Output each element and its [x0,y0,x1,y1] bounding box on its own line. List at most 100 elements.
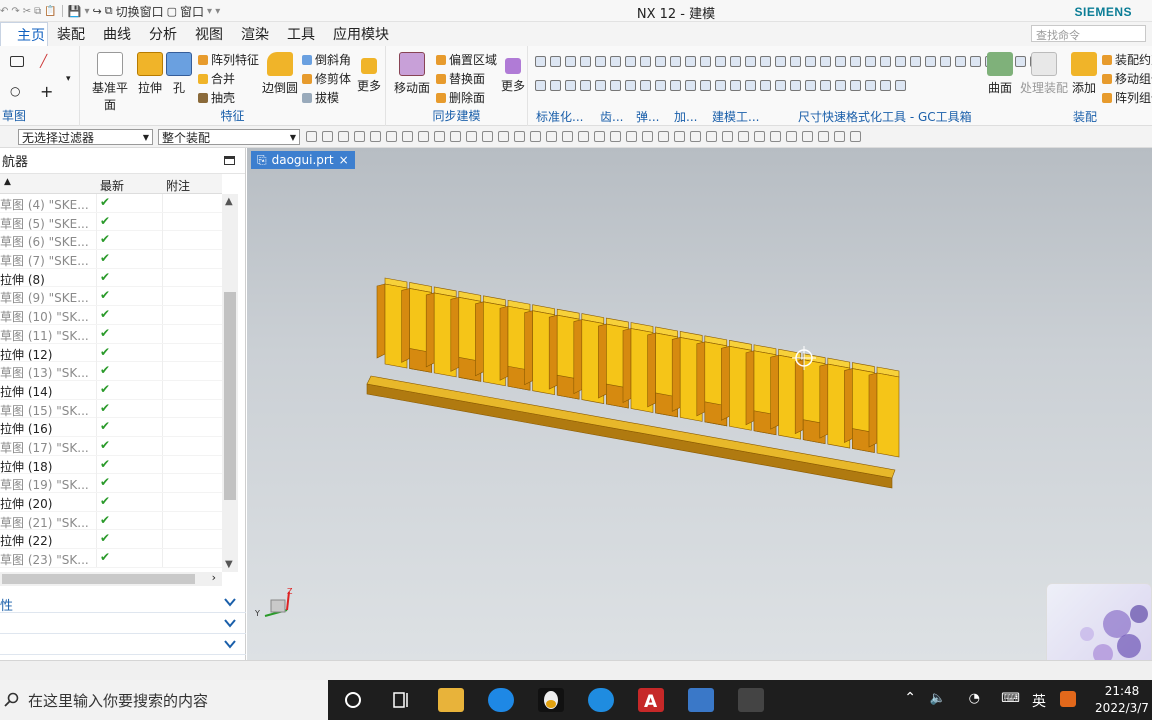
command-search-input[interactable]: 查找命令 [1031,25,1146,42]
chevron-down-icon[interactable] [224,617,236,629]
switch-window-button[interactable]: 切换窗口 [116,3,164,20]
model-view[interactable]: Y Z [247,148,1152,660]
copy-icon[interactable]: ⧉ [34,6,41,17]
block-side-face[interactable] [647,332,656,408]
block-side-face[interactable] [671,337,681,412]
scroll-right-icon[interactable]: › [212,571,216,584]
sort-up-icon[interactable]: ▲ [4,177,11,187]
window-icon[interactable]: ▢ [167,5,177,18]
extrude-button[interactable]: 拉伸 [134,52,166,96]
add-component-button[interactable]: 添加 [1068,52,1100,96]
edge-blend-button[interactable]: 边倒圆 [258,52,302,96]
block-side-face[interactable] [376,283,386,359]
rectangle-icon[interactable] [10,56,24,67]
chevron-down-icon[interactable] [224,596,236,608]
replace-face-button[interactable]: 替换面 [436,70,485,87]
paste-icon[interactable]: 📋 [44,6,56,17]
block-side-face[interactable] [573,319,583,395]
system-clock[interactable]: 21:48 2022/3/7 [1092,683,1152,717]
tree-row[interactable]: 草图 (7) "SKE... ✔ [0,250,222,269]
block-side-face[interactable] [794,359,804,435]
hole-button[interactable]: 孔 [166,52,192,96]
block-side-face[interactable] [745,350,755,426]
task-view-icon[interactable] [388,688,414,712]
ime-indicator[interactable]: 英 [1032,691,1046,711]
redo-icon[interactable]: ↷ [11,6,19,17]
line-icon[interactable]: ╱ [40,54,47,68]
tools-icon-row-2[interactable] [535,80,906,91]
tree-row[interactable]: 草图 (15) "SK... ✔ [0,399,222,419]
taskbar-search-box[interactable]: 在这里输入你要搜索的内容 [0,680,328,720]
block-side-face[interactable] [819,363,829,439]
block-side-face[interactable] [499,305,509,381]
feature-more-button[interactable]: 更多 [354,52,384,94]
tree-row[interactable]: 草图 (19) "SK... ✔ [0,474,222,493]
chevron-down-icon[interactable]: ▾ ▾ [207,6,220,17]
delete-face-button[interactable]: 删除面 [436,89,485,106]
block-side-face[interactable] [524,310,533,386]
move-component-button[interactable]: 移动组件 [1102,70,1152,87]
tree-row[interactable]: 拉伸 (16) ✔ [0,418,222,437]
dependencies-panel[interactable] [0,613,246,634]
unite-button[interactable]: 合并 [198,70,235,87]
type-filter-dropdown[interactable]: 无选择过滤器 ▼ [18,129,153,145]
add-group-label[interactable]: 加... [674,108,697,125]
tree-row[interactable]: 草图 (13) "SK... ✔ [0,362,222,381]
keyboard-icon[interactable]: ⌨ [1001,691,1020,706]
tree-row[interactable]: 拉伸 (18) ✔ [0,455,222,475]
tree-row[interactable]: 拉伸 (12) ✔ [0,343,222,363]
repeat-command-icon[interactable]: ↪ [93,5,102,18]
chamfer-button[interactable]: 倒斜角 [302,51,351,68]
block-side-face[interactable] [548,314,558,390]
scroll-up-icon[interactable]: ▲ [225,196,233,207]
save-icon[interactable]: 💾 [68,5,82,18]
tree-row[interactable]: 拉伸 (20) ✔ [0,493,222,512]
tree-row[interactable]: 拉伸 (22) ✔ [0,530,222,550]
window-menu-button[interactable]: 窗口 [180,3,204,20]
tab-view[interactable]: 视图 [186,22,232,46]
chevron-down-icon[interactable] [224,638,236,650]
block-side-face[interactable] [622,328,632,403]
tree-row[interactable]: 草图 (6) "SKE... ✔ [0,231,222,251]
standard-group-label[interactable]: 标准化... [536,108,583,125]
screen-recorder-icon[interactable] [738,688,764,712]
pattern-component-button[interactable]: 阵列组件 [1102,89,1152,106]
column-latest[interactable]: 最新 [100,177,124,194]
snap-icons[interactable] [306,131,861,142]
scroll-thumb[interactable] [224,292,236,500]
block-side-face[interactable] [450,296,460,372]
maximize-icon[interactable] [224,156,235,165]
trim-body-button[interactable]: 修剪体 [302,70,351,87]
undo-icon[interactable]: ↶ [0,6,8,17]
block-side-face[interactable] [721,345,730,421]
tab-tools[interactable]: 工具 [278,22,324,46]
modeling-tools-group-label[interactable]: 建模工... [712,108,759,125]
block-side-face[interactable] [844,368,853,444]
tree-row[interactable]: 草图 (9) "SKE... ✔ [0,287,222,307]
cut-icon[interactable]: ✂ [23,6,31,17]
move-face-button[interactable]: 移动面 [390,52,434,96]
tab-curve[interactable]: 曲线 [94,22,140,46]
point-icon[interactable]: + [40,82,53,101]
switch-window-icon[interactable]: ⧉ [105,4,113,18]
tab-home[interactable]: 主页 [0,22,48,46]
draft-button[interactable]: 拔模 [302,89,339,106]
chevron-up-icon[interactable]: ⌃ [904,690,916,706]
datum-plane-button[interactable]: 基准平面 [88,52,132,113]
speaker-icon[interactable]: 🔈 [930,691,946,706]
tree-row[interactable]: 草图 (23) "SK... ✔ [0,549,222,568]
block-side-face[interactable] [598,323,607,399]
column-note[interactable]: 附注 [166,177,190,194]
assembly-constraints-button[interactable]: 装配约束 [1102,51,1152,68]
ie-browser-icon[interactable] [588,688,614,712]
tree-row[interactable]: 草图 (10) "SK... ✔ [0,306,222,325]
tree-row[interactable]: 拉伸 (14) ✔ [0,380,222,400]
block-side-face[interactable] [868,372,878,448]
autocad-icon[interactable]: A [638,688,664,712]
tab-render[interactable]: 渲染 [232,22,278,46]
file-explorer-icon[interactable] [438,688,464,712]
block-side-face[interactable] [401,288,410,363]
offset-region-button[interactable]: 偏置区域 [436,51,497,68]
tree-row[interactable]: 草图 (4) "SKE... ✔ [0,194,222,213]
edge-browser-icon[interactable] [488,688,514,712]
